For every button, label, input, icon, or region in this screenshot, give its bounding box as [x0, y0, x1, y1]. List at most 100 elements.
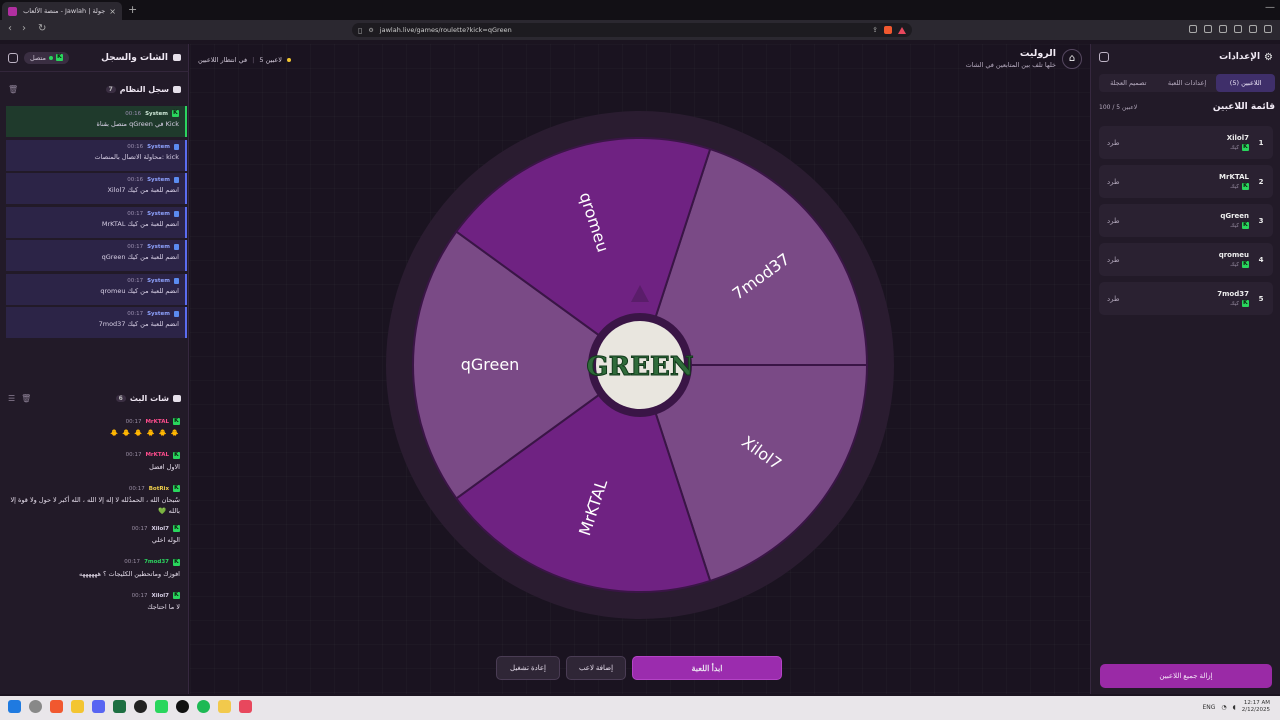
gear-icon: ⚙ [1264, 51, 1273, 63]
players-list-header: 100 / 5 لاعبين قائمة اللاعبين [1099, 102, 1275, 112]
log-time: 00:16 [125, 110, 142, 117]
notes-icon[interactable] [218, 700, 231, 713]
remove-all-players-button[interactable]: إزالة جميع اللاعبين [1100, 664, 1272, 688]
roulette-wheel[interactable]: 7mod37Xilol7MrKTALqGreenqromeu GREEN [384, 109, 896, 621]
live-chat-count: 6 [115, 394, 126, 402]
search-icon[interactable] [29, 700, 42, 713]
left-panel-header: متصل الشات والسجل [0, 44, 189, 72]
chat-filter-icon[interactable]: ☰ [8, 394, 15, 403]
menu-icon[interactable] [1264, 25, 1272, 33]
system-log-count: 7 [105, 85, 116, 93]
system-log-title: سجل النظام [119, 84, 169, 94]
discord-icon[interactable] [92, 700, 105, 713]
spotify-icon[interactable] [197, 700, 210, 713]
kick-player-button[interactable]: طرد [1107, 139, 1120, 147]
address-bar[interactable]: ▯ ⚙ jawlah.live/games/roulette?kick=qGre… [352, 23, 912, 37]
kick-icon [1242, 143, 1249, 151]
chat-time: 00:17 [124, 559, 141, 566]
kick-player-button[interactable]: طرد [1107, 217, 1120, 225]
taskbar-apps [8, 700, 252, 713]
player-number: 3 [1258, 216, 1264, 225]
wheel-segment-label: qGreen [461, 355, 520, 374]
clock[interactable]: 12:17 AM 2/12/2025 [1242, 700, 1270, 714]
kick-icon [1242, 182, 1249, 190]
extension-icon[interactable] [1189, 25, 1197, 33]
chat-user: Xilol7 [151, 592, 169, 599]
log-entry: 00:16System متصل بقناة qGreen في Kick [6, 106, 187, 137]
kick-icon [1242, 260, 1249, 268]
log-user: System [147, 143, 170, 150]
game-header: الروليت خلها تلف بين المتابعين في الشات … [966, 48, 1082, 69]
status-dot-icon [286, 58, 291, 62]
language-indicator[interactable]: ENG [1202, 704, 1215, 711]
home-button[interactable]: ⌂ [1062, 48, 1082, 69]
volume-icon[interactable]: ◖ [1233, 704, 1236, 711]
player-name: MrKTAL [1219, 173, 1249, 181]
center-logo: GREEN [586, 352, 693, 382]
brave-rewards-icon[interactable] [898, 26, 906, 34]
log-entry: 00:16 System Xilol7 انضم للعبة من كيك [6, 173, 187, 204]
chat-text: الاول افضل [149, 462, 180, 471]
chat-time: 00:17 [131, 592, 148, 599]
online-dot-icon [49, 55, 54, 60]
kick-player-button[interactable]: طرد [1107, 256, 1120, 264]
vpn-icon[interactable] [1249, 25, 1257, 33]
player-platform: كيك [1230, 144, 1239, 151]
chat-time: 00:17 [125, 418, 142, 425]
kick-player-button[interactable]: طرد [1107, 295, 1120, 303]
sidebar-toggle-icon[interactable] [1204, 25, 1212, 33]
tab-game-settings[interactable]: إعدادات اللعبة [1158, 74, 1217, 92]
forward-icon[interactable]: › [22, 23, 26, 34]
wifi-icon[interactable]: ◔ [1221, 704, 1226, 711]
share-icon[interactable]: ⇪ [872, 26, 878, 34]
bookmark-icon[interactable]: ▯ [358, 26, 362, 35]
brave-browser-icon[interactable] [50, 700, 63, 713]
connection-status: متصل [24, 51, 70, 64]
site-info-icon[interactable]: ⚙ [368, 27, 373, 34]
log-entry: 00:17 System qGreen انضم للعبة من كيك [6, 240, 187, 271]
chat-bubble-icon [173, 394, 181, 402]
kick-icon [173, 484, 180, 493]
github-icon[interactable] [176, 700, 189, 713]
clear-log-icon[interactable]: 🗑 [8, 85, 18, 94]
tab-title: جولة | Jawlah - منصة الألعاب التف... [21, 7, 106, 15]
obs-icon[interactable] [134, 700, 147, 713]
chat-message: 00:17Xilol7 لا ما احتاجك [8, 591, 180, 626]
back-icon[interactable]: ‹ [8, 23, 12, 34]
brave-shields-icon[interactable] [884, 26, 892, 34]
kick-player-button[interactable]: طرد [1107, 178, 1120, 186]
player-count: 5 لاعبين [259, 56, 282, 64]
vpn-app-icon[interactable] [239, 700, 252, 713]
kick-icon [172, 109, 179, 117]
close-tab-icon[interactable]: × [109, 7, 116, 16]
collapse-settings-icon[interactable] [1099, 52, 1109, 62]
reload-icon[interactable]: ↻ [38, 23, 46, 34]
start-menu-icon[interactable] [8, 700, 21, 713]
excel-icon[interactable] [113, 700, 126, 713]
player-row: 4 qromeu كيك طرد [1099, 243, 1273, 276]
player-number: 5 [1258, 294, 1264, 303]
new-tab-icon[interactable]: + [128, 3, 137, 16]
browser-tab[interactable]: جولة | Jawlah - منصة الألعاب التف... × [2, 2, 122, 20]
clear-chat-icon[interactable]: 🗑 [21, 394, 31, 403]
window-minimize-icon[interactable]: — [1265, 2, 1275, 13]
add-player-button[interactable]: إضافة لاعب [566, 656, 626, 680]
start-game-button[interactable]: ابدأ اللعبة [632, 656, 782, 680]
connection-pill: متصل [24, 51, 70, 64]
chat-text: سُبحان الله ، الحمدُلله لا إله إلا الله … [10, 496, 180, 516]
url-text[interactable]: jawlah.live/games/roulette?kick=qGreen [380, 26, 866, 34]
kick-icon [173, 524, 180, 533]
collapse-panel-icon[interactable] [8, 52, 18, 63]
restart-button[interactable]: إعادة تشغيل [496, 656, 560, 680]
log-entry: 00:17 System qromeu انضم للعبة من كيك [6, 273, 187, 305]
browser-tab-bar: جولة | Jawlah - منصة الألعاب التف... × +… [0, 0, 1280, 20]
tab-wheel-design[interactable]: تصميم العجلة [1099, 74, 1158, 92]
settings-title: الإعدادات [1219, 52, 1261, 62]
file-explorer-icon[interactable] [71, 700, 84, 713]
status-divider: | [252, 56, 255, 64]
kick-app-icon[interactable] [155, 700, 168, 713]
leo-icon[interactable] [1234, 25, 1242, 33]
wallet-icon[interactable] [1219, 25, 1227, 33]
tab-players[interactable]: اللاعبين (5) [1216, 74, 1275, 92]
log-message: متصل بقناة qGreen في Kick [96, 120, 179, 128]
